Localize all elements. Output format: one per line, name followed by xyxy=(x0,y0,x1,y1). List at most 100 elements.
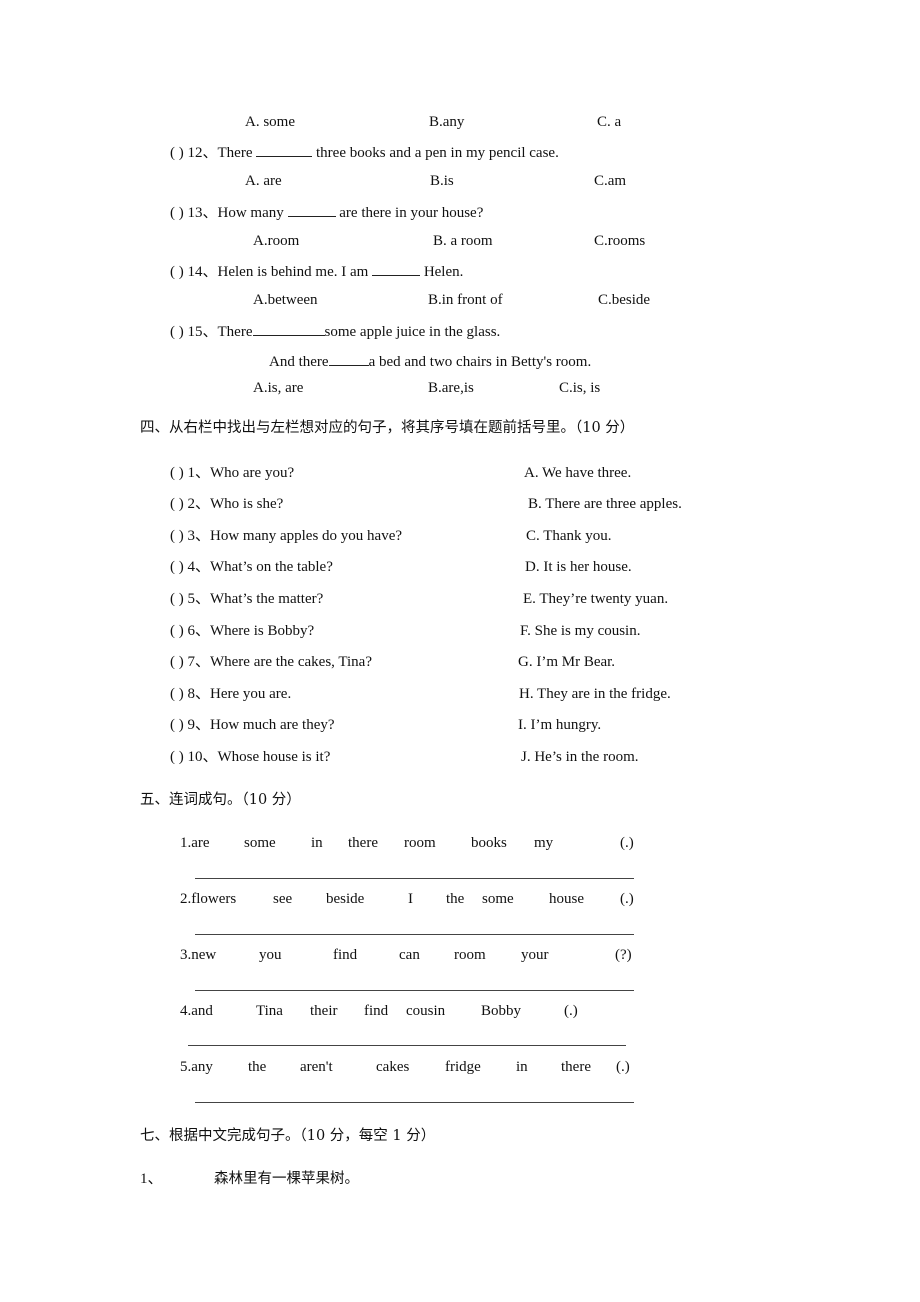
match-left-7[interactable]: ( ) 7、Where are the cakes, Tina? xyxy=(170,653,372,671)
match-right-j: J. He’s in the room. xyxy=(521,749,639,765)
q14-option-a: A.between xyxy=(253,292,318,308)
answer-line[interactable] xyxy=(188,1045,626,1046)
q15-option-a: A.is, are xyxy=(253,380,304,396)
question-text-before: How many xyxy=(217,205,284,221)
question-number: 12、 xyxy=(187,145,218,161)
q14-option-c: C.beside xyxy=(598,292,651,308)
answer-paren[interactable]: ( ) xyxy=(170,145,184,161)
word: books xyxy=(471,835,507,851)
question-12: ( ) 12、There three books and a pen in my… xyxy=(170,142,559,162)
word: some xyxy=(244,835,276,851)
match-left-1[interactable]: ( ) 1、Who are you? xyxy=(170,464,294,482)
answer-paren[interactable]: ( ) xyxy=(170,264,184,280)
word: 4.and xyxy=(180,1003,213,1019)
word: Tina xyxy=(256,1003,283,1019)
word: the xyxy=(446,891,465,907)
answer-paren[interactable]: ( ) xyxy=(170,324,184,340)
match-right-i: I. I’m hungry. xyxy=(518,717,602,733)
section-7-heading: 七、根据中文完成句子。（10 分，每空 1 分） xyxy=(140,1128,436,1144)
match-left-10[interactable]: ( ) 10、Whose house is it? xyxy=(170,748,330,766)
match-right-a: A. We have three. xyxy=(524,465,632,481)
word: there xyxy=(348,835,378,851)
answer-line[interactable] xyxy=(195,1102,634,1103)
punctuation: (.) xyxy=(620,835,634,851)
match-left-5[interactable]: ( ) 5、What’s the matter? xyxy=(170,590,323,608)
answer-line[interactable] xyxy=(195,878,634,879)
fill-blank[interactable] xyxy=(328,351,369,366)
fill-blank[interactable] xyxy=(256,142,313,157)
word: there xyxy=(561,1059,591,1075)
word: 5.any xyxy=(180,1059,213,1075)
question-13: ( ) 13、How many are there in your house? xyxy=(170,202,483,222)
punctuation: (.) xyxy=(620,891,634,907)
fill-blank[interactable] xyxy=(287,202,336,217)
q13-option-b: B. a room xyxy=(433,233,493,249)
match-right-d: D. It is her house. xyxy=(525,559,632,575)
question-text-after: three books and a pen in my pencil case. xyxy=(316,145,559,161)
question-text-after: Helen. xyxy=(423,264,464,280)
match-left-4[interactable]: ( ) 4、What’s on the table? xyxy=(170,558,333,576)
q15-option-b: B.are,is xyxy=(428,380,474,396)
question-number: 13、 xyxy=(187,205,218,221)
match-right-e: E. They’re twenty yuan. xyxy=(523,591,669,607)
match-left-3[interactable]: ( ) 3、How many apples do you have? xyxy=(170,527,402,545)
question-text-after: are there in your house? xyxy=(339,205,484,221)
question-15-line2: And there a bed and two chairs in Betty's… xyxy=(269,351,591,371)
q11-option-b: B.any xyxy=(429,114,465,130)
match-right-g: G. I’m Mr Bear. xyxy=(518,654,616,670)
word: fridge xyxy=(445,1059,481,1075)
section-7-item-1-number: 1、 xyxy=(140,1171,163,1187)
q15-option-c: C.is, is xyxy=(559,380,601,396)
punctuation: (.) xyxy=(616,1059,630,1075)
punctuation: (.) xyxy=(564,1003,578,1019)
word: Bobby xyxy=(481,1003,522,1019)
word: see xyxy=(273,891,293,907)
word: I xyxy=(408,891,413,907)
question-text-after: a bed and two chairs in Betty's room. xyxy=(368,354,592,370)
word: cakes xyxy=(376,1059,410,1075)
match-right-b: B. There are three apples. xyxy=(528,496,682,512)
question-text-before: Helen is behind me. I am xyxy=(217,264,369,280)
q12-option-b: B.is xyxy=(430,173,454,189)
question-text-after: some apple juice in the glass. xyxy=(324,324,501,340)
q14-option-b: B.in front of xyxy=(428,292,503,308)
match-left-8[interactable]: ( ) 8、Here you are. xyxy=(170,685,291,703)
word: house xyxy=(549,891,584,907)
section-4-heading: 四、从右栏中找出与左栏想对应的句子，将其序号填在题前括号里。（10 分） xyxy=(140,420,635,436)
word: the xyxy=(248,1059,267,1075)
match-left-2[interactable]: ( ) 2、Who is she? xyxy=(170,495,283,513)
fill-blank[interactable] xyxy=(252,321,325,336)
word: my xyxy=(534,835,554,851)
question-15: ( ) 15、There some apple juice in the glas… xyxy=(170,321,500,341)
question-text-before: There xyxy=(217,145,253,161)
q13-option-a: A.room xyxy=(253,233,300,249)
punctuation: (?) xyxy=(615,947,632,963)
section-7-item-1-text: 森林里有一棵苹果树。 xyxy=(214,1171,359,1187)
q13-option-c: C.rooms xyxy=(594,233,646,249)
q12-option-a: A. are xyxy=(245,173,282,189)
match-left-6[interactable]: ( ) 6、Where is Bobby? xyxy=(170,622,314,640)
question-number: 15、 xyxy=(187,324,218,340)
word: you xyxy=(259,947,282,963)
match-left-9[interactable]: ( ) 9、How much are they? xyxy=(170,716,335,734)
word: cousin xyxy=(406,1003,446,1019)
word: beside xyxy=(326,891,365,907)
word: in xyxy=(516,1059,528,1075)
q12-option-c: C.am xyxy=(594,173,627,189)
word: 2.flowers xyxy=(180,891,237,907)
answer-line[interactable] xyxy=(195,990,634,991)
question-14: ( ) 14、Helen is behind me. I am Helen. xyxy=(170,261,463,281)
word: 1.are xyxy=(180,835,210,851)
word: some xyxy=(482,891,514,907)
word: their xyxy=(310,1003,338,1019)
word: find xyxy=(364,1003,389,1019)
q11-option-a: A. some xyxy=(245,114,295,130)
q11-option-c: C. a xyxy=(597,114,622,130)
match-right-h: H. They are in the fridge. xyxy=(519,686,671,702)
answer-paren[interactable]: ( ) xyxy=(170,205,184,221)
word: aren't xyxy=(300,1059,333,1075)
word: 3.new xyxy=(180,947,217,963)
fill-blank[interactable] xyxy=(372,261,421,276)
word: room xyxy=(404,835,436,851)
answer-line[interactable] xyxy=(195,934,634,935)
